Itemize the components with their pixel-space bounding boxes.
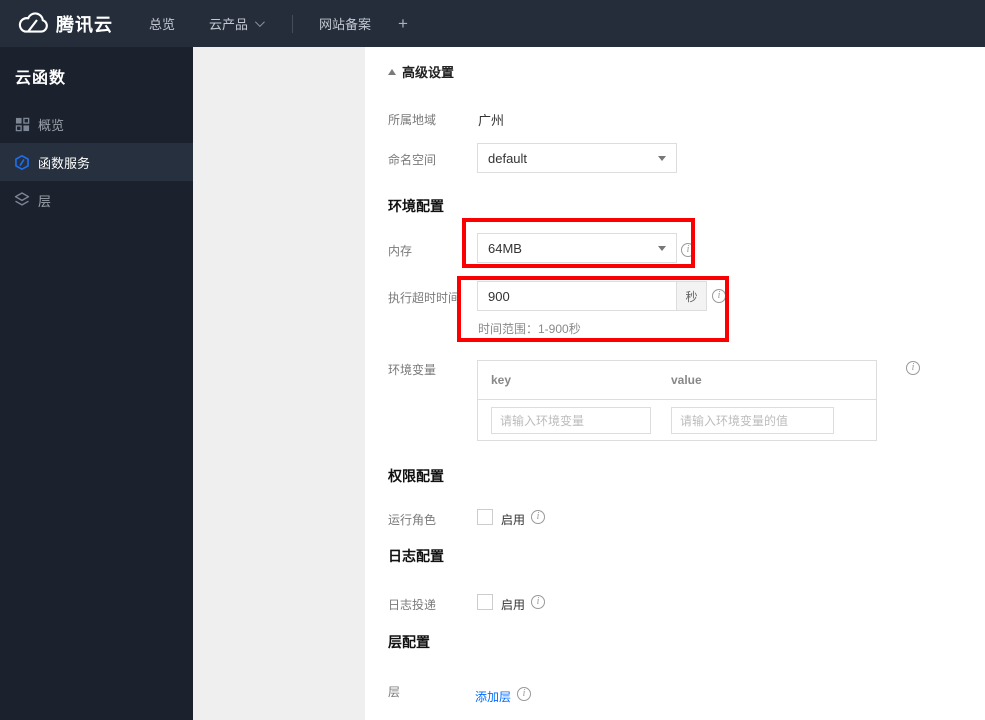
nav-divider	[292, 14, 294, 33]
log-delivery-checkbox[interactable]	[477, 594, 493, 610]
nav-overview[interactable]: 总览	[149, 14, 175, 33]
chevron-down-icon	[658, 155, 666, 161]
namespace-select[interactable]: default	[477, 143, 677, 173]
tencent-cloud-brand[interactable]: 腾讯云	[17, 11, 113, 37]
sidebar-item-label: 层	[38, 193, 52, 209]
region-label: 所属地域	[388, 113, 437, 127]
run-role-label: 运行角色	[388, 513, 437, 527]
secondary-panel	[193, 47, 365, 720]
layer-info-icon[interactable]: i	[517, 687, 531, 701]
scf-hexagon-icon	[14, 154, 30, 170]
sidebar-item-label: 函数服务	[38, 155, 91, 171]
sidebar-item-function-service[interactable]: 函数服务	[0, 143, 193, 181]
sidebar-menu: 概览 函数服务 层	[0, 105, 193, 219]
advanced-settings-toggle[interactable]: 高级设置	[388, 62, 454, 81]
memory-label: 内存	[388, 244, 413, 258]
envvar-table: key value	[477, 360, 877, 441]
log-delivery-label: 日志投递	[388, 598, 437, 612]
envvar-key-input[interactable]	[491, 407, 651, 434]
envvar-label: 环境变量	[388, 363, 437, 377]
envvar-value-input[interactable]	[671, 407, 834, 434]
sidebar-item-layer[interactable]: 层	[0, 181, 193, 219]
timeout-unit: 秒	[677, 281, 707, 311]
section-env-config: 环境配置	[388, 198, 444, 214]
brand-text: 腾讯云	[56, 14, 113, 35]
function-config-form: 高级设置 所属地域 广州 命名空间 default 环境配置 内存 64MB i…	[365, 47, 985, 720]
advanced-settings-label: 高级设置	[402, 65, 455, 80]
memory-selected-value: 64MB	[488, 240, 522, 256]
nav-products[interactable]: 云产品	[209, 14, 265, 33]
envvar-value-header: value	[671, 373, 702, 387]
grid-icon	[14, 116, 30, 132]
envvar-key-header: key	[491, 373, 512, 387]
timeout-range-hint: 时间范围：1-900秒	[478, 322, 581, 336]
nav-icp-record[interactable]: 网站备案	[319, 14, 371, 33]
sidebar: 云函数 概览 函数服务 层	[0, 47, 193, 720]
region-value: 广州	[478, 113, 505, 128]
sidebar-item-overview[interactable]: 概览	[0, 105, 193, 143]
triangle-up-icon	[388, 68, 396, 75]
section-layer-config: 层配置	[388, 634, 430, 650]
layers-icon	[14, 192, 30, 208]
timeout-label: 执行超时时间	[388, 291, 461, 305]
layer-label: 层	[388, 685, 401, 699]
chevron-down-icon	[254, 17, 265, 28]
nav-products-label: 云产品	[209, 17, 249, 32]
timeout-info-icon[interactable]: i	[712, 289, 726, 303]
chevron-down-icon	[658, 245, 666, 251]
top-navbar: 腾讯云 总览 云产品 网站备案 +	[0, 0, 985, 47]
section-permission-config: 权限配置	[388, 468, 444, 484]
namespace-label: 命名空间	[388, 153, 437, 167]
memory-select[interactable]: 64MB	[477, 233, 677, 263]
add-layer-link[interactable]: 添加层	[475, 688, 511, 705]
sidebar-item-label: 概览	[38, 117, 65, 133]
tencent-cloud-logo-icon	[18, 11, 48, 33]
run-role-checkbox[interactable]	[477, 509, 493, 525]
timeout-input-group: 秒	[477, 281, 707, 311]
log-delivery-info-icon[interactable]: i	[531, 595, 545, 609]
sidebar-title: 云函数	[15, 70, 67, 87]
section-log-config: 日志配置	[388, 548, 444, 564]
namespace-selected-value: default	[488, 150, 528, 166]
run-role-enable-label: 启用	[501, 513, 526, 527]
run-role-info-icon[interactable]: i	[531, 510, 545, 524]
envvar-info-icon[interactable]: i	[906, 361, 920, 375]
timeout-input[interactable]	[477, 281, 677, 311]
envvar-table-header: key value	[478, 361, 876, 400]
memory-info-icon[interactable]: i	[681, 243, 695, 257]
envvar-table-row	[478, 400, 876, 440]
nav-add-button[interactable]: +	[398, 14, 408, 34]
log-delivery-enable-label: 启用	[501, 598, 526, 612]
